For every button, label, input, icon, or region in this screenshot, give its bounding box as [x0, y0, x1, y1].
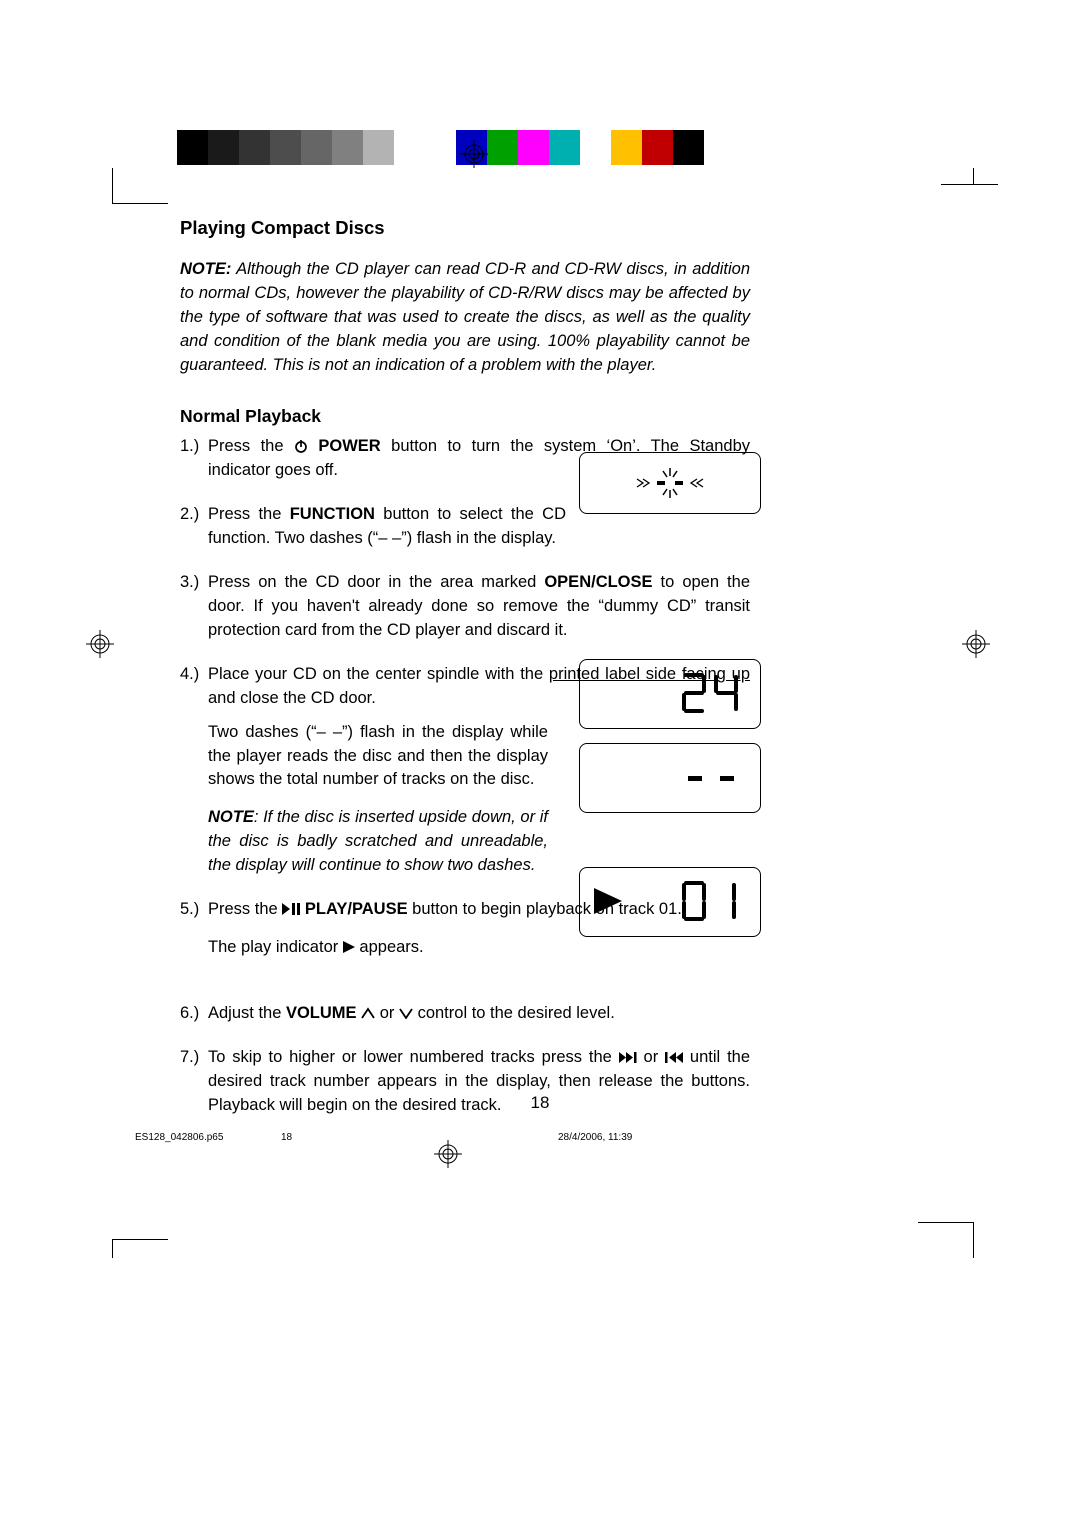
section-heading: Playing Compact Discs	[180, 215, 750, 242]
play-pause-label: PLAY/PAUSE	[300, 900, 407, 918]
power-icon	[294, 437, 308, 455]
seven-segment-24	[580, 669, 760, 719]
next-track-icon	[619, 1048, 637, 1066]
volume-label: VOLUME	[286, 1004, 357, 1022]
play-icon	[594, 888, 624, 922]
step-text: Place your CD on the center spindle with…	[208, 665, 549, 683]
step-text: Press the	[208, 505, 290, 523]
step-text: control to the desired level.	[413, 1004, 615, 1022]
step-text: Press the	[208, 437, 294, 455]
step-text: or	[637, 1048, 665, 1066]
note-body: : If the disc is inserted upside down, o…	[208, 808, 548, 874]
step-number: 1.)	[180, 435, 199, 459]
crop-mark	[918, 1222, 974, 1258]
dashes-flash-icon	[635, 466, 705, 500]
display-figure-dashes	[579, 743, 761, 813]
footer-filename: ES128_042806.p65	[135, 1131, 223, 1146]
display-figure-track01	[579, 867, 761, 937]
down-icon	[399, 1004, 413, 1022]
step-text: The play indicator	[208, 938, 343, 956]
note-label: NOTE	[208, 808, 254, 826]
note-body: Although the CD player can read CD-R and…	[180, 260, 750, 374]
step-number: 4.)	[180, 663, 199, 687]
step-subtext: The play indicator appears.	[208, 936, 548, 960]
step-text: Press on the CD door in the area marked	[208, 573, 544, 591]
prev-track-icon	[665, 1048, 683, 1066]
function-label: FUNCTION	[290, 505, 375, 523]
footer-page: 18	[281, 1131, 292, 1146]
step-subtext: Two dashes (“– –”) flash in the display …	[208, 721, 548, 793]
dashes-icon	[580, 758, 760, 798]
display-figure-loading	[579, 452, 761, 514]
footer-date: 28/4/2006, 11:39	[558, 1131, 632, 1146]
page-content: Playing Compact Discs NOTE: Although the…	[180, 215, 750, 1138]
power-label: POWER	[308, 437, 381, 455]
step-text: Adjust the	[208, 1004, 286, 1022]
open-close-label: OPEN/CLOSE	[544, 573, 652, 591]
step-text: To skip to higher or lower numbered trac…	[208, 1048, 619, 1066]
step-3: 3.) Press on the CD door in the area mar…	[180, 571, 750, 643]
step-text: Press the	[208, 900, 282, 918]
step-number: 3.)	[180, 571, 199, 595]
step-text: or	[375, 1004, 399, 1022]
step-6: 6.) Adjust the VOLUME or control to the …	[180, 1002, 750, 1026]
registration-mark-icon	[434, 1140, 462, 1168]
registration-mark-icon	[962, 630, 990, 658]
crop-mark	[112, 1239, 168, 1258]
step-2: 2.) Press the FUNCTION button to select …	[180, 503, 566, 551]
step-text: and close the CD door.	[208, 689, 376, 707]
page-number: 18	[0, 1091, 1080, 1116]
play-pause-icon	[282, 900, 300, 918]
step-number: 2.)	[180, 503, 199, 527]
play-indicator-icon	[343, 938, 355, 956]
registration-mark-icon	[460, 140, 488, 168]
note-label: NOTE:	[180, 260, 231, 278]
display-figure-tracks	[579, 659, 761, 729]
registration-mark-icon	[86, 630, 114, 658]
crop-mark	[112, 168, 168, 204]
subsection-heading: Normal Playback	[180, 404, 750, 429]
step-text: appears.	[355, 938, 424, 956]
step-number: 5.)	[180, 898, 199, 922]
up-icon	[361, 1004, 375, 1022]
step-number: 7.)	[180, 1046, 199, 1070]
note-paragraph: NOTE: Although the CD player can read CD…	[180, 258, 750, 378]
color-calibration-bar	[177, 130, 704, 165]
step-note: NOTE: If the disc is inserted upside dow…	[208, 806, 548, 878]
step-number: 6.)	[180, 1002, 199, 1026]
crop-mark	[941, 168, 974, 185]
